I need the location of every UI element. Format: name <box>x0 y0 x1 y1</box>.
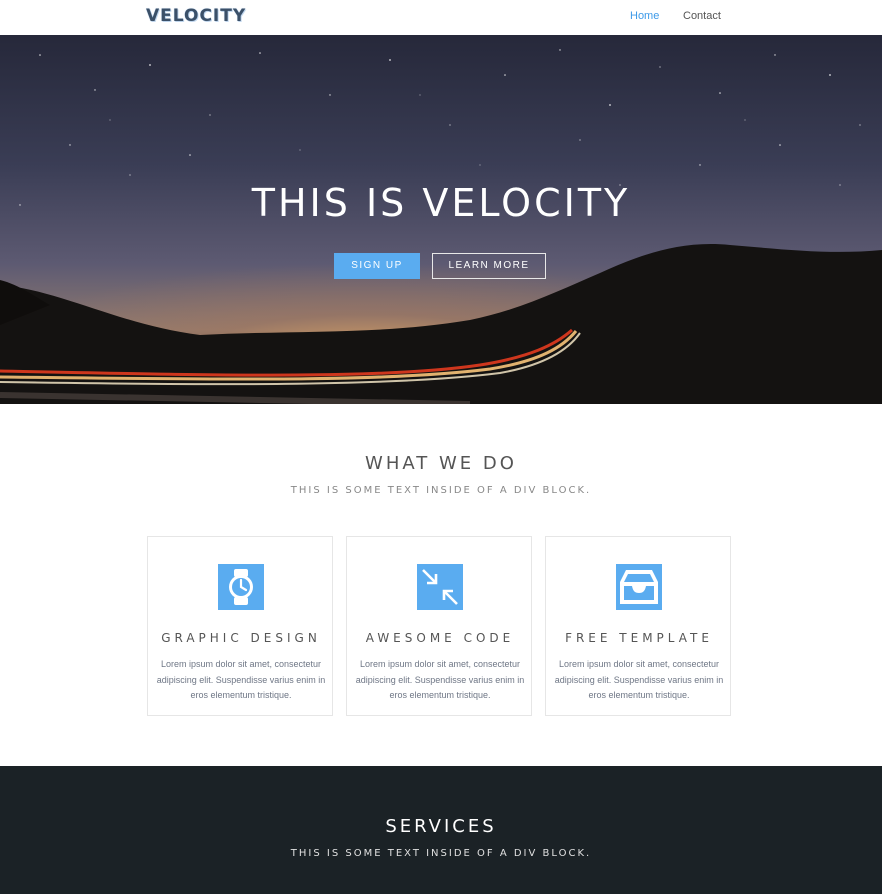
watch-icon <box>218 564 264 610</box>
what-we-do-section: WHAT WE DO THIS IS SOME TEXT INSIDE OF A… <box>0 404 882 766</box>
hero-title: THIS IS VELOCITY <box>251 181 631 225</box>
navbar: VELOCITY Home Contact <box>0 0 882 35</box>
feature-card-free-template: FREE TEMPLATE Lorem ipsum dolor sit amet… <box>545 536 731 716</box>
services-title: SERVICES <box>385 816 497 837</box>
sign-up-button[interactable]: SIGN UP <box>334 253 420 279</box>
services-subtitle: THIS IS SOME TEXT INSIDE OF A DIV BLOCK. <box>290 848 592 859</box>
card-title: AWESOME CODE <box>365 631 515 645</box>
services-section: SERVICES THIS IS SOME TEXT INSIDE OF A D… <box>0 766 882 894</box>
card-text: Lorem ipsum dolor sit amet, consectetur … <box>355 659 525 700</box>
nav-link-contact[interactable]: Contact <box>683 10 721 22</box>
what-we-do-subtitle: THIS IS SOME TEXT INSIDE OF A DIV BLOCK. <box>290 485 592 496</box>
logo[interactable]: VELOCITY <box>146 6 246 26</box>
feature-card-graphic-design: GRAPHIC DESIGN Lorem ipsum dolor sit ame… <box>147 536 333 716</box>
card-title: GRAPHIC DESIGN <box>161 631 321 645</box>
card-title: FREE TEMPLATE <box>565 631 713 645</box>
learn-more-button[interactable]: LEARN MORE <box>432 253 546 279</box>
card-text: Lorem ipsum dolor sit amet, consectetur … <box>156 659 326 700</box>
nav-link-home[interactable]: Home <box>630 10 659 22</box>
feature-card-awesome-code: AWESOME CODE Lorem ipsum dolor sit amet,… <box>346 536 532 716</box>
what-we-do-title: WHAT WE DO <box>365 453 517 474</box>
hero-section: THIS IS VELOCITY SIGN UP LEARN MORE <box>0 35 882 404</box>
compress-arrows-icon <box>417 564 463 610</box>
inbox-tray-icon <box>616 564 662 610</box>
card-text: Lorem ipsum dolor sit amet, consectetur … <box>554 659 724 700</box>
